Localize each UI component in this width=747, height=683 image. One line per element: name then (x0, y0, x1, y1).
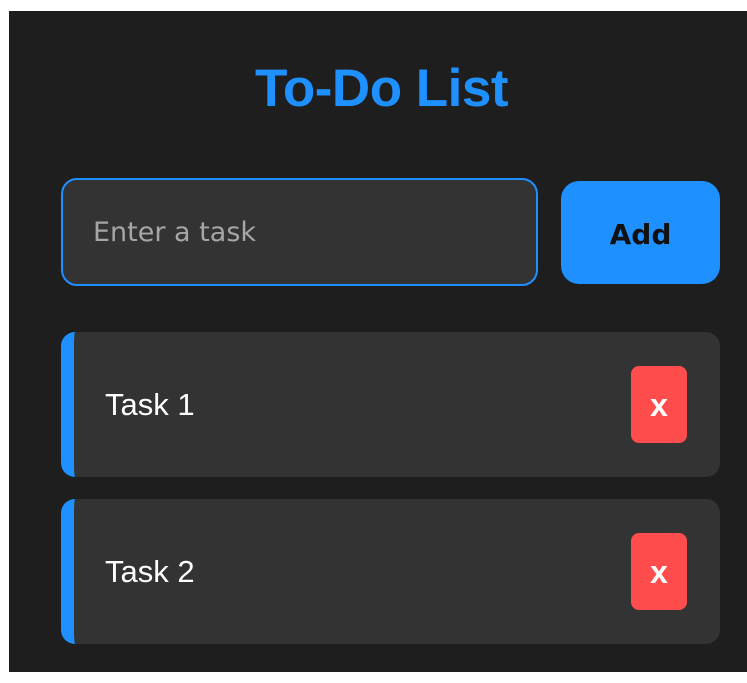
delete-task-button[interactable]: x (631, 533, 687, 610)
task-input[interactable] (61, 178, 538, 286)
task-item: Task 2 x (61, 499, 720, 644)
delete-task-button[interactable]: x (631, 366, 687, 443)
task-list: Task 1 x Task 2 x (61, 332, 720, 666)
page-title: To-Do List (254, 59, 509, 118)
task-item: Task 1 x (61, 332, 720, 477)
add-task-button[interactable]: Add (561, 181, 720, 284)
task-text: Task 1 (105, 386, 195, 422)
todo-app: To-Do List Add Task 1 x Task 2 x (9, 11, 747, 672)
task-text: Task 2 (105, 553, 195, 589)
